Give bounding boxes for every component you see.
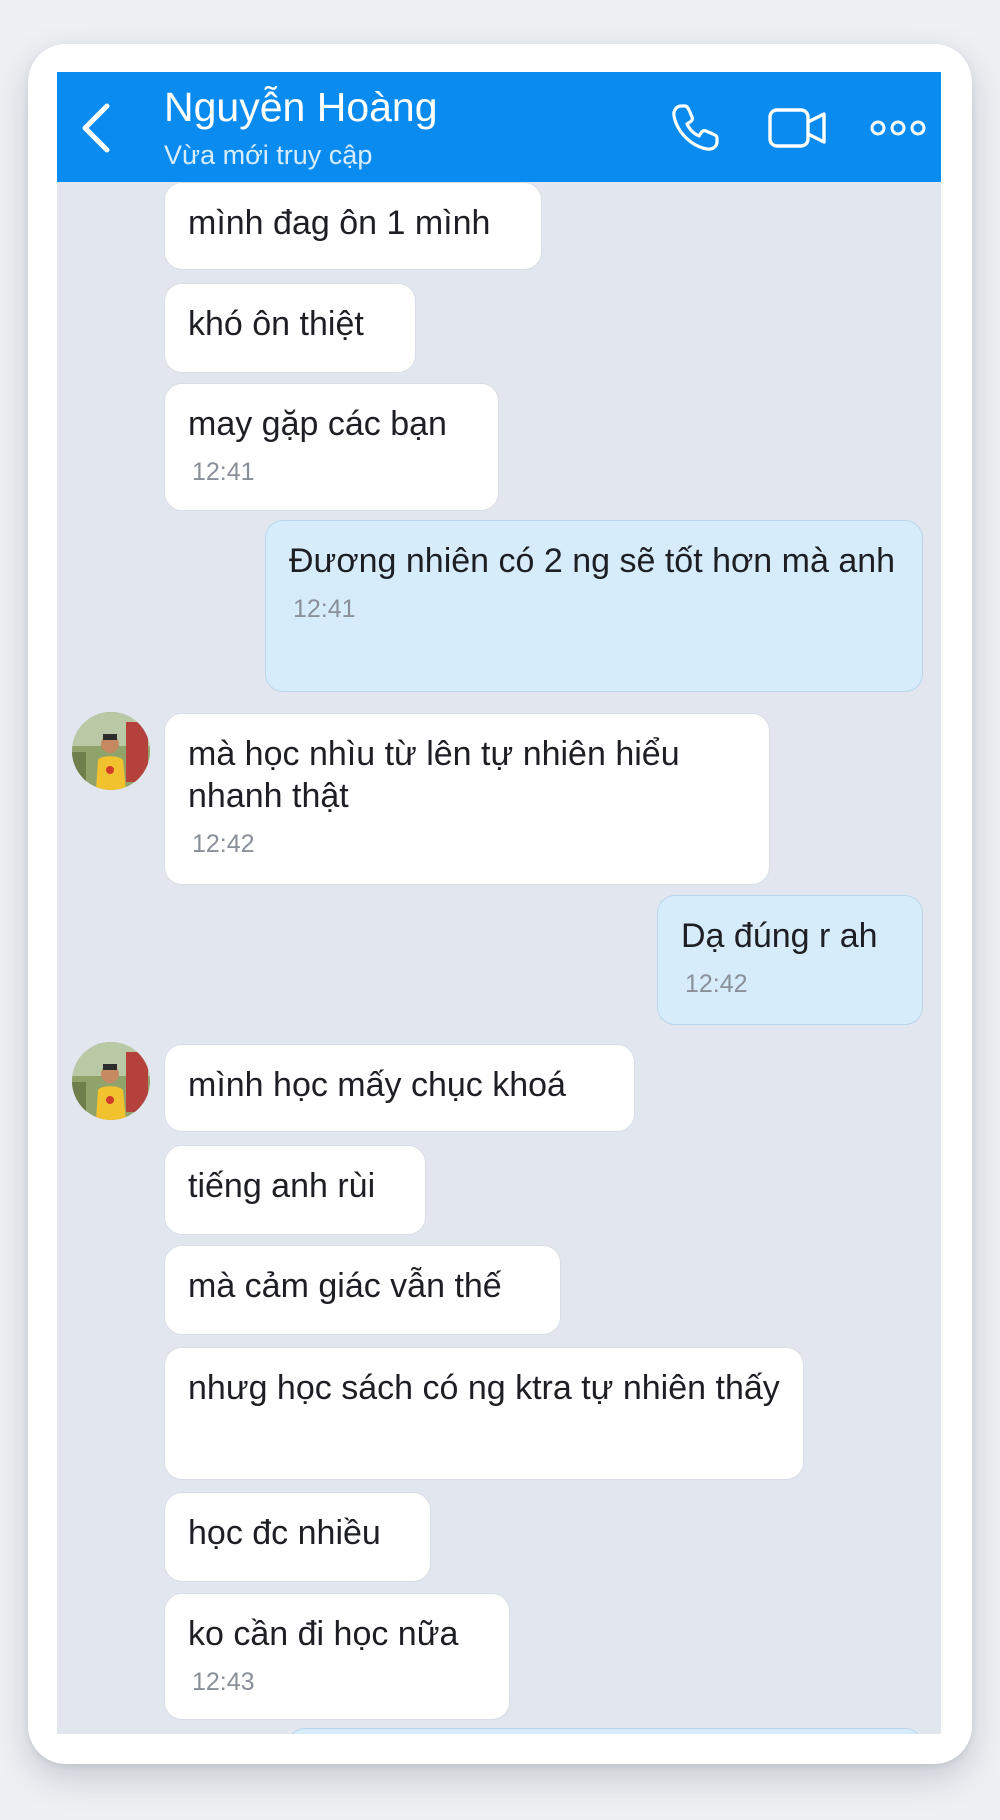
message-text: mình học mấy chục khoá — [188, 1066, 566, 1104]
message-time: 12:41 — [293, 595, 356, 623]
avatar[interactable] — [72, 712, 150, 790]
message-time: 12:43 — [192, 1668, 255, 1696]
avatar[interactable] — [72, 1042, 150, 1120]
message-text: Dạ đúng r ah — [681, 917, 878, 955]
message-text: mà cảm giác vẫn thế — [188, 1267, 502, 1305]
chevron-left-icon[interactable] — [77, 102, 117, 154]
more-options-icon[interactable] — [869, 116, 927, 140]
phone-icon[interactable] — [669, 102, 721, 154]
message-outgoing[interactable]: Đương nhiên có 2 ng sẽ tốt hơn mà anh 12… — [265, 520, 923, 692]
message-incoming[interactable]: mình đag ôn 1 mình — [164, 182, 542, 270]
message-time: 12:41 — [192, 458, 255, 486]
message-text: ko cần đi học nữa — [188, 1615, 459, 1653]
message-text: khó ôn thiệt — [188, 305, 364, 343]
message-time: 12:42 — [192, 830, 255, 858]
avatar-photo-icon — [72, 712, 150, 790]
contact-name[interactable]: Nguyễn Hoàng — [164, 84, 438, 131]
message-text: Đương nhiên có 2 ng sẽ tốt hơn mà anh — [289, 542, 896, 580]
message-text: mà học nhìu từ lên tự nhiên hiểu nhanh t… — [188, 735, 680, 815]
video-camera-icon[interactable] — [767, 106, 829, 150]
message-incoming[interactable]: mình học mấy chục khoá — [164, 1044, 635, 1132]
message-incoming[interactable]: tiếng anh rùi — [164, 1145, 426, 1235]
message-text: nhưg học sách có ng ktra tự nhiên thấy — [188, 1369, 780, 1407]
message-incoming[interactable]: mà học nhìu từ lên tự nhiên hiểu nhanh t… — [164, 713, 770, 885]
message-incoming[interactable]: mà cảm giác vẫn thế — [164, 1245, 561, 1335]
message-time: 12:42 — [685, 970, 748, 998]
chat-screen: Nguyễn Hoàng Vừa mới truy cập mình đag ô… — [57, 72, 941, 1734]
message-outgoing[interactable]: Dạ đúng r ah 12:42 — [657, 895, 923, 1025]
message-incoming[interactable]: nhưg học sách có ng ktra tự nhiên thấy — [164, 1347, 804, 1480]
avatar-photo-icon — [72, 1042, 150, 1120]
contact-status: Vừa mới truy cập — [164, 140, 373, 170]
message-incoming[interactable]: khó ôn thiệt — [164, 283, 416, 373]
message-text: mình đag ôn 1 mình — [188, 204, 491, 242]
chat-header: Nguyễn Hoàng Vừa mới truy cập — [57, 72, 941, 182]
message-text: tiếng anh rùi — [188, 1167, 376, 1205]
message-text: may gặp các bạn — [188, 405, 447, 443]
message-incoming[interactable]: may gặp các bạn 12:41 — [164, 383, 499, 511]
message-incoming[interactable]: ko cần đi học nữa 12:43 — [164, 1593, 510, 1720]
message-incoming[interactable]: học đc nhiều — [164, 1492, 431, 1582]
message-text: học đc nhiều — [188, 1514, 381, 1552]
message-outgoing-partial[interactable] — [287, 1728, 923, 1734]
